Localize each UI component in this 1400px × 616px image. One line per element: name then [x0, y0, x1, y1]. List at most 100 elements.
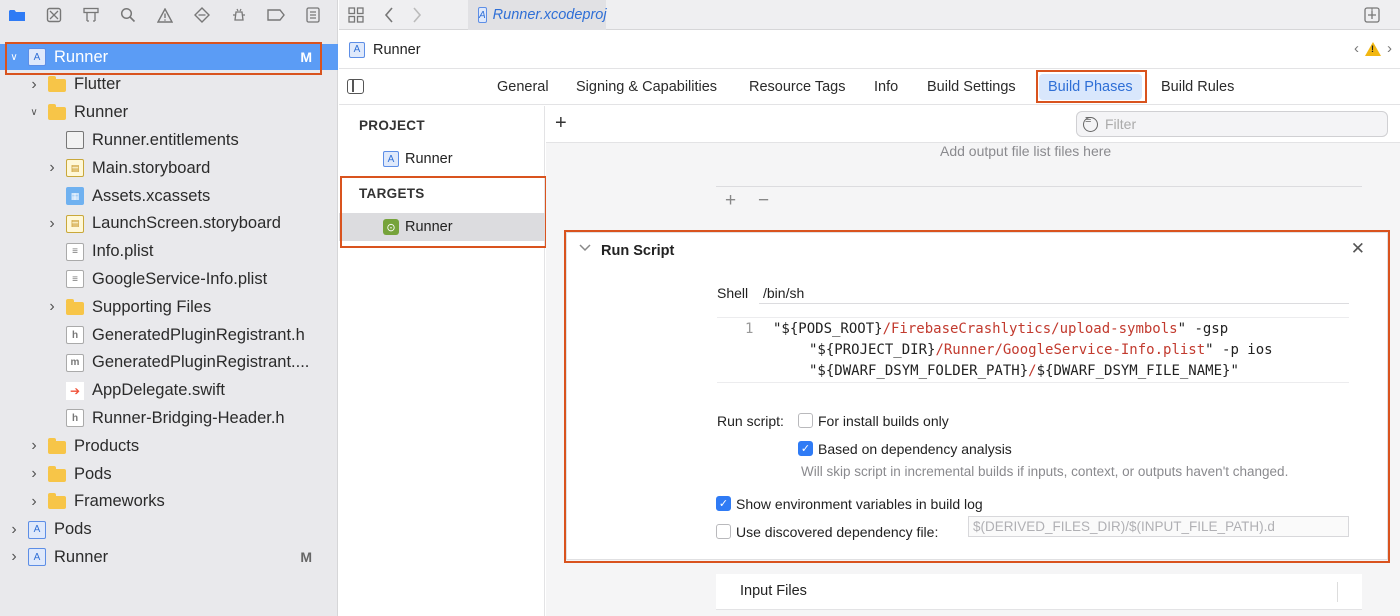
install-only-checkbox[interactable]	[798, 413, 813, 428]
plist-icon: ≡	[66, 242, 84, 261]
tab-signing-capabilities[interactable]: Signing & Capabilities	[576, 70, 717, 104]
chevron-right-icon[interactable]: ›	[46, 298, 58, 315]
tree-item[interactable]: ≡ Info.plist	[0, 239, 338, 265]
add-phase-button[interactable]: +	[555, 112, 567, 135]
chevron-down-icon[interactable]: ∨	[28, 107, 40, 119]
tree-item[interactable]: Runner.entitlements	[0, 127, 338, 153]
add-editor-icon[interactable]	[1361, 4, 1383, 26]
filter-placeholder: Filter	[1105, 116, 1137, 132]
hierarchy-icon[interactable]	[78, 3, 103, 27]
source-control-icon[interactable]	[41, 3, 66, 27]
tree-item-label: AppDelegate.swift	[92, 381, 225, 400]
test-icon[interactable]	[189, 3, 214, 27]
folder-icon	[48, 76, 66, 93]
tree-item[interactable]: › Products	[0, 433, 338, 459]
shell-input[interactable]: /bin/sh	[759, 282, 1349, 304]
filter-field[interactable]: Filter	[1076, 111, 1388, 137]
script-line-2: "${PROJECT_DIR}/Runner/GoogleService-Inf…	[809, 342, 1273, 358]
chevron-down-icon[interactable]: ∨	[8, 51, 20, 63]
tree-item[interactable]: › Pods	[0, 461, 338, 487]
tree-item[interactable]: ➔ AppDelegate.swift	[0, 378, 338, 404]
tree-item[interactable]: h GeneratedPluginRegistrant.h	[0, 322, 338, 348]
tree-item[interactable]: ▦ Assets.xcassets	[0, 183, 338, 209]
back-chevron-icon[interactable]	[378, 4, 400, 26]
tree-item-label: Main.storyboard	[92, 158, 211, 177]
grid-icon[interactable]	[345, 4, 367, 26]
chevron-right-icon[interactable]: ›	[28, 76, 40, 93]
tree-item-label: GeneratedPluginRegistrant.h	[92, 325, 305, 344]
warning-icon[interactable]	[152, 3, 177, 27]
tree-item[interactable]: › ▤ LaunchScreen.storyboard	[0, 211, 338, 237]
jump-bar-right: ‹ ! ›	[1354, 40, 1392, 57]
tree-item[interactable]: ∨ A Runner M	[0, 44, 338, 70]
sidebar-toggle-icon[interactable]	[347, 79, 364, 94]
tab-general[interactable]: General	[497, 70, 549, 104]
tab-resource-tags[interactable]: Resource Tags	[749, 70, 845, 104]
chevron-right-icon[interactable]: ›	[28, 493, 40, 510]
search-icon[interactable]	[115, 3, 140, 27]
folder-icon[interactable]	[4, 3, 29, 27]
tree-item[interactable]: › A Runner M	[0, 544, 338, 570]
chevron-right-icon[interactable]: ›	[8, 548, 20, 565]
chevron-right-icon[interactable]: ›	[46, 159, 58, 176]
chevron-down-icon[interactable]	[579, 243, 591, 255]
chevron-right-icon[interactable]: ›	[46, 215, 58, 232]
xcodeproj-icon: A	[28, 548, 46, 567]
breakpoint-icon[interactable]	[263, 3, 288, 27]
close-icon[interactable]: ✕	[1351, 239, 1365, 259]
forward-chevron-icon[interactable]	[406, 4, 428, 26]
navigator-toolbar	[0, 0, 338, 30]
tree-item[interactable]: › Frameworks	[0, 489, 338, 515]
script-editor[interactable]: 1 "${PODS_ROOT}/FirebaseCrashlytics/uplo…	[717, 317, 1349, 383]
chevron-right-icon[interactable]: ›	[8, 521, 20, 538]
tree-item-label: Flutter	[74, 75, 121, 94]
chevron-left-icon[interactable]: ‹	[1354, 40, 1359, 57]
xcodeproj-icon: A	[28, 48, 46, 66]
chevron-right-icon[interactable]: ›	[1387, 40, 1392, 57]
run-script-phase: Run Script ✕ Shell /bin/sh 1 "${PODS_ROO…	[566, 232, 1388, 560]
tab-build-rules[interactable]: Build Rules	[1161, 70, 1234, 104]
debug-icon[interactable]	[226, 3, 251, 27]
chevron-right-icon[interactable]: ›	[28, 465, 40, 482]
tree-item[interactable]: › A Pods	[0, 517, 338, 543]
script-line-1: "${PODS_ROOT}/FirebaseCrashlytics/upload…	[773, 321, 1229, 337]
remove-output-button[interactable]: −	[758, 190, 769, 212]
modified-badge: M	[300, 49, 312, 65]
dependency-file-input[interactable]: $(DERIVED_FILES_DIR)/$(INPUT_FILE_PATH).…	[968, 516, 1349, 537]
add-output-button[interactable]: +	[725, 190, 736, 212]
tree-item[interactable]: › Supporting Files	[0, 294, 338, 320]
header-file-icon: h	[66, 409, 84, 428]
tree-item[interactable]: › Flutter	[0, 72, 338, 98]
tab-build-settings[interactable]: Build Settings	[927, 70, 1016, 104]
tree-item-label: Frameworks	[74, 492, 165, 511]
targets-header: TARGETS	[359, 186, 425, 201]
project-item-runner[interactable]: A Runner	[339, 145, 545, 173]
input-files-label[interactable]: Input Files	[740, 583, 807, 599]
tree-item[interactable]: m GeneratedPluginRegistrant....	[0, 350, 338, 376]
xcodeproj-icon: A	[383, 151, 399, 167]
tree-item[interactable]: ∨ Runner	[0, 100, 338, 126]
file-tab-runner-xcodeproj[interactable]: A Runner.xcodeproj	[468, 0, 607, 30]
project-header: PROJECT	[359, 118, 425, 133]
chevron-right-icon[interactable]: ›	[28, 437, 40, 454]
run-script-title[interactable]: Run Script	[601, 243, 674, 259]
targets-column: PROJECT A Runner TARGETS ⊙ Runner	[339, 106, 547, 616]
dependency-analysis-checkbox[interactable]: ✓	[798, 441, 813, 456]
tree-item[interactable]: h Runner-Bridging-Header.h	[0, 405, 338, 431]
tab-build-phases[interactable]: Build Phases	[1039, 74, 1142, 100]
tree-item[interactable]: › ▤ Main.storyboard	[0, 155, 338, 181]
warning-triangle-icon[interactable]: !	[1365, 41, 1381, 56]
report-icon[interactable]	[300, 3, 325, 27]
jump-bar-path[interactable]: Runner	[373, 42, 421, 58]
show-env-checkbox[interactable]: ✓	[716, 496, 731, 511]
discovered-dependency-checkbox[interactable]	[716, 524, 731, 539]
tab-info[interactable]: Info	[874, 70, 898, 104]
xcodeproj-icon: A	[28, 520, 46, 539]
target-item-runner[interactable]: ⊙ Runner	[339, 213, 545, 241]
tree-item[interactable]: ≡ GoogleService-Info.plist	[0, 266, 338, 292]
discovered-dependency-label: Use discovered dependency file:	[736, 524, 939, 540]
app-target-icon: ⊙	[383, 219, 399, 235]
